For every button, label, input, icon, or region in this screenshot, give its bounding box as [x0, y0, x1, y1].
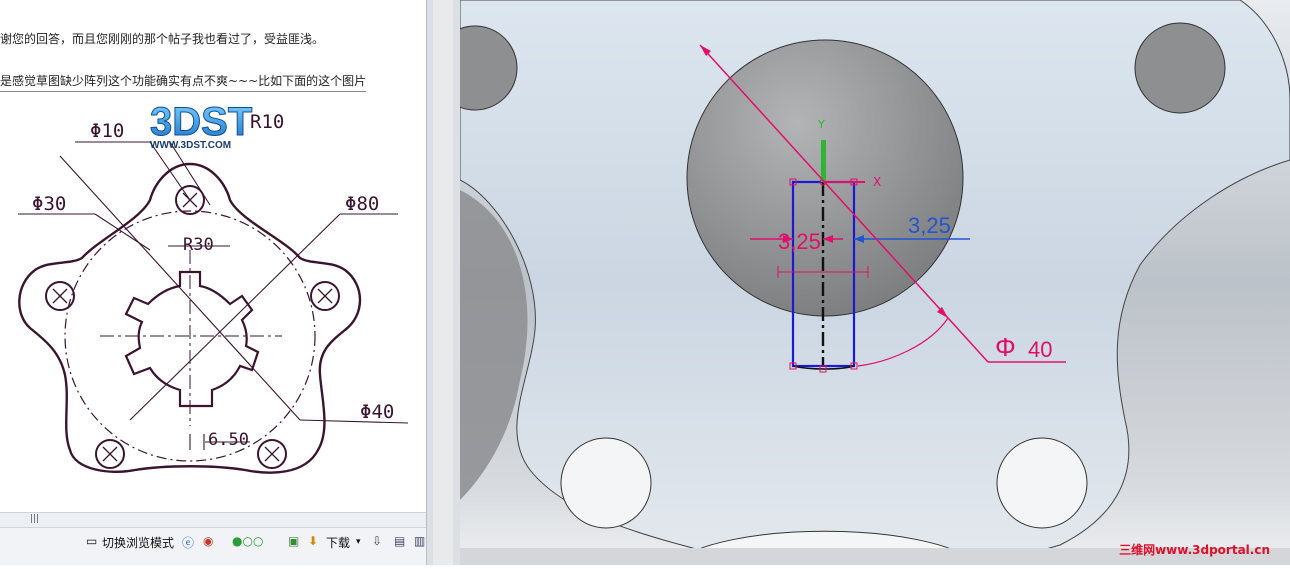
cad-viewport[interactable]: Y X 3,25 3,25 Φ 40	[432, 0, 1290, 566]
label-r30: R30	[183, 235, 214, 255]
horizontal-scrollbar[interactable]: |||	[0, 512, 426, 527]
label-d30: Φ30	[32, 193, 66, 215]
browser-statusbar: ▭ 切换浏览模式 ⓔ ◉ ●○○ ▣ ⬇ 下载 ▾ ⇩ ▤ ▥	[0, 527, 426, 565]
bolt-hole	[1134, 22, 1226, 114]
label-w650: 6.50	[208, 430, 249, 450]
ie-icon[interactable]: ⓔ	[182, 534, 194, 551]
label-r10: R10	[250, 111, 284, 133]
cad-canvas[interactable]: Y X 3,25 3,25 Φ 40	[432, 0, 1290, 566]
page-icon[interactable]: ▣	[288, 534, 299, 548]
axis-x-label: X	[873, 175, 881, 189]
logo-url: WWW.3DST.COM	[150, 140, 231, 151]
browse-mode-icon[interactable]: ▭	[86, 534, 97, 548]
dim-left-value[interactable]: 3,25	[778, 229, 821, 254]
diameter-symbol: Φ	[995, 332, 1016, 362]
download-button[interactable]: 下载	[326, 534, 350, 551]
bolt-hole	[560, 437, 652, 529]
label-d80: Φ80	[345, 193, 379, 215]
scroll-thumb[interactable]: |||	[30, 515, 42, 524]
label-d10: Φ10	[90, 120, 124, 142]
post-text-line-1: 谢您的回答，而且您刚刚的那个帖子我也看过了，受益匪浅。	[0, 32, 325, 46]
download-icon[interactable]: ⬇	[308, 534, 318, 548]
engineering-drawing: Φ10 R10 Φ30 Φ80 R30 Φ40 6.50 3DST WWW.3D…	[18, 100, 409, 474]
browser-panel: 谢您的回答，而且您刚刚的那个帖子我也看过了，受益匪浅。 是感觉草图缺少阵列这个功…	[0, 0, 426, 565]
window-icon[interactable]: ▤	[394, 534, 405, 548]
post-text-line-2: 是感觉草图缺少阵列这个功能确实有点不爽~~~比如下面的这个图片	[0, 72, 367, 92]
security-icon[interactable]: ◉	[203, 534, 213, 548]
tool-icon[interactable]: ▥	[414, 534, 425, 548]
axis-y-label: Y	[817, 118, 825, 131]
toggle-icon[interactable]: ●○○	[232, 534, 263, 548]
browse-mode-button[interactable]: 切换浏览模式	[102, 534, 174, 551]
window-splitter[interactable]	[426, 0, 462, 565]
diameter-value[interactable]: 40	[1028, 337, 1052, 362]
zoom-icon[interactable]: ⇩	[372, 534, 382, 548]
dim-right-value[interactable]: 3,25	[908, 213, 951, 238]
splined-hub	[124, 270, 260, 408]
label-d40: Φ40	[360, 401, 394, 423]
site-watermark: 三维网www.3dportal.cn	[1119, 543, 1270, 557]
chevron-down-icon[interactable]: ▾	[356, 537, 361, 547]
bolt-hole	[996, 437, 1088, 529]
logo-3dst: 3DST	[150, 100, 252, 144]
